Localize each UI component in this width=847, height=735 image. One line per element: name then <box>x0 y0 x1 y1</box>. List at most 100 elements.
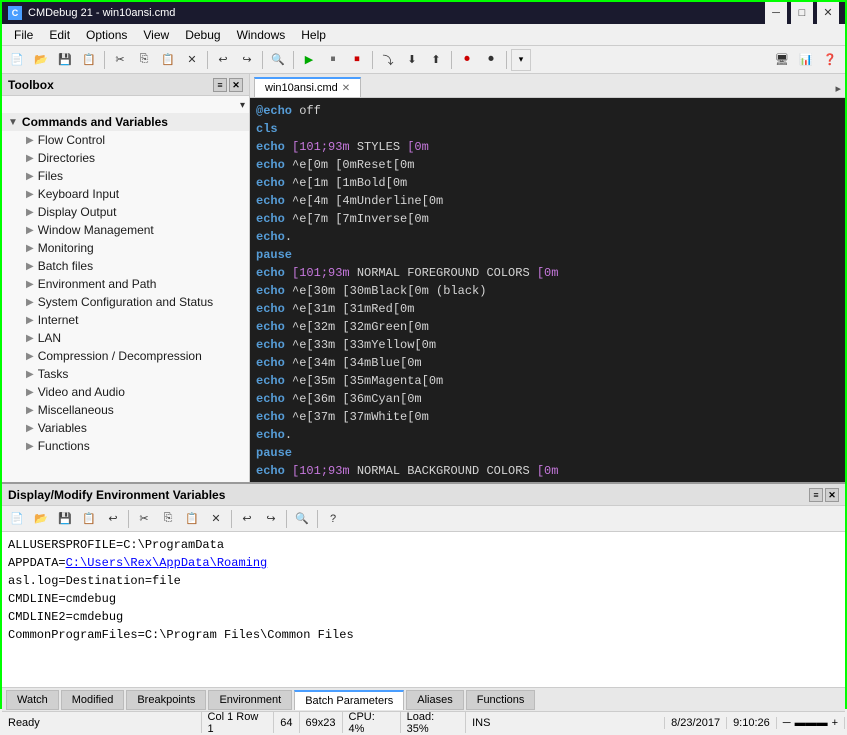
env-new-button[interactable]: 📄 <box>6 508 28 530</box>
zoom-slider[interactable]: ▬▬▬ <box>795 717 828 729</box>
zoom-minus-icon[interactable]: ─ <box>783 717 791 729</box>
menu-debug[interactable]: Debug <box>177 24 228 45</box>
status-ins: INS <box>465 717 665 729</box>
toolbox-item-video-audio[interactable]: ▶ Video and Audio <box>2 383 249 401</box>
menu-windows[interactable]: Windows <box>229 24 294 45</box>
env-find-button[interactable]: 🔍 <box>291 508 313 530</box>
env-line-3: asl.log=Destination=file <box>8 572 839 590</box>
env-open-button[interactable]: 📂 <box>30 508 52 530</box>
env-undo-button[interactable]: ↩ <box>236 508 258 530</box>
toolbox-item-system-config[interactable]: ▶ System Configuration and Status <box>2 293 249 311</box>
save-button[interactable]: 💾 <box>54 49 76 71</box>
record-button[interactable]: ⏺ <box>456 49 478 71</box>
env-redo-button[interactable]: ↪ <box>260 508 282 530</box>
toolbox-menu-button[interactable]: ≡ <box>213 78 227 92</box>
toolbox-collapse-btn[interactable]: ▾ <box>2 98 249 113</box>
status-cpu: CPU: 4% <box>343 712 401 733</box>
code-line-15: echo ^e[34m [34mBlue[0m <box>256 354 839 372</box>
find-button[interactable]: 🔍 <box>267 49 289 71</box>
tab-environment[interactable]: Environment <box>208 690 292 710</box>
redo-button[interactable]: ↪ <box>236 49 258 71</box>
toolbox-section-commands[interactable]: ▼ Commands and Variables <box>2 113 249 131</box>
code-line-9: pause <box>256 246 839 264</box>
run-button[interactable]: ▶ <box>298 49 320 71</box>
env-save-all-button[interactable]: 📋 <box>78 508 100 530</box>
tab-aliases[interactable]: Aliases <box>406 690 463 710</box>
menu-edit[interactable]: Edit <box>41 24 78 45</box>
step-out-button[interactable]: ⬆ <box>425 49 447 71</box>
item-arrow-icon: ▶ <box>26 261 34 272</box>
code-line-6: echo ^e[4m [4mUnderline[0m <box>256 192 839 210</box>
cut-button[interactable]: ✂ <box>109 49 131 71</box>
toolbox-close-button[interactable]: ✕ <box>229 78 243 92</box>
env-panel-menu-button[interactable]: ≡ <box>809 488 823 502</box>
extra-btn-3[interactable]: ❓ <box>819 49 841 71</box>
toolbox-item-flow-control[interactable]: ▶ Flow Control <box>2 131 249 149</box>
close-button[interactable]: ✕ <box>817 2 839 24</box>
toolbox-item-variables[interactable]: ▶ Variables <box>2 419 249 437</box>
toolbox-item-window-management[interactable]: ▶ Window Management <box>2 221 249 239</box>
env-copy-button[interactable]: ⎘ <box>157 508 179 530</box>
tab-watch[interactable]: Watch <box>6 690 59 710</box>
menu-help[interactable]: Help <box>293 24 334 45</box>
menu-view[interactable]: View <box>135 24 177 45</box>
toolbox-item-batch-files[interactable]: ▶ Batch files <box>2 257 249 275</box>
toolbox-item-compression[interactable]: ▶ Compression / Decompression <box>2 347 249 365</box>
undo-button[interactable]: ↩ <box>212 49 234 71</box>
editor-tab-win10ansi[interactable]: win10ansi.cmd ✕ <box>254 77 361 97</box>
open-button[interactable]: 📂 <box>30 49 52 71</box>
step-into-button[interactable]: ⬇ <box>401 49 423 71</box>
toolbox-item-files[interactable]: ▶ Files <box>2 167 249 185</box>
copy-button[interactable]: ⎘ <box>133 49 155 71</box>
env-panel-close-button[interactable]: ✕ <box>825 488 839 502</box>
stop-record-button[interactable]: ⏺ <box>480 49 502 71</box>
toolbox-item-tasks[interactable]: ▶ Tasks <box>2 365 249 383</box>
item-arrow-icon: ▶ <box>26 243 34 254</box>
save-all-button[interactable]: 📋 <box>78 49 100 71</box>
extra-btn-2[interactable]: 📊 <box>795 49 817 71</box>
item-arrow-icon: ▶ <box>26 369 34 380</box>
env-back-button[interactable]: ↩ <box>102 508 124 530</box>
toolbox-item-display-output[interactable]: ▶ Display Output <box>2 203 249 221</box>
toolbox-item-miscellaneous[interactable]: ▶ Miscellaneous <box>2 401 249 419</box>
maximize-button[interactable]: □ <box>791 2 813 24</box>
toolbox-item-directories[interactable]: ▶ Directories <box>2 149 249 167</box>
toolbox-item-environment-path[interactable]: ▶ Environment and Path <box>2 275 249 293</box>
main-container: Toolbox ≡ ✕ ▾ ▼ Commands and Variables ▶… <box>2 74 845 711</box>
tab-close-icon[interactable]: ✕ <box>342 83 350 94</box>
pause-button[interactable]: ⏸ <box>322 49 344 71</box>
toolbar-dropdown[interactable]: ▾ <box>511 49 531 71</box>
toolbox-item-internet[interactable]: ▶ Internet <box>2 311 249 329</box>
tab-breakpoints[interactable]: Breakpoints <box>126 690 206 710</box>
minimize-button[interactable]: ─ <box>765 2 787 24</box>
toolbox-item-keyboard-input[interactable]: ▶ Keyboard Input <box>2 185 249 203</box>
toolbox-item-lan[interactable]: ▶ LAN <box>2 329 249 347</box>
extra-btn-1[interactable]: 🖥 <box>771 49 793 71</box>
menu-options[interactable]: Options <box>78 24 135 45</box>
zoom-plus-icon[interactable]: + <box>832 717 838 729</box>
code-line-14: echo ^e[33m [33mYellow[0m <box>256 336 839 354</box>
scroll-right-icon[interactable]: ▸ <box>835 82 841 95</box>
env-appdata-link[interactable]: C:\Users\Rex\AppData\Roaming <box>66 556 268 570</box>
new-button[interactable]: 📄 <box>6 49 28 71</box>
paste-button[interactable]: 📋 <box>157 49 179 71</box>
stop-button[interactable]: ⏹ <box>346 49 368 71</box>
step-over-button[interactable]: ⤵ <box>377 49 399 71</box>
tab-functions[interactable]: Functions <box>466 690 536 710</box>
delete-button[interactable]: ✕ <box>181 49 203 71</box>
code-line-16: echo ^e[35m [35mMagenta[0m <box>256 372 839 390</box>
toolbox-header: Toolbox ≡ ✕ <box>2 74 249 96</box>
toolbox-item-monitoring[interactable]: ▶ Monitoring <box>2 239 249 257</box>
env-paste-button[interactable]: 📋 <box>181 508 203 530</box>
env-cut-button[interactable]: ✂ <box>133 508 155 530</box>
window-title: CMDebug 21 - win10ansi.cmd <box>28 7 175 19</box>
env-help-button[interactable]: ? <box>322 508 344 530</box>
env-delete-button[interactable]: ✕ <box>205 508 227 530</box>
code-editor[interactable]: @echo off cls echo [101;93m STYLES [0m e… <box>250 98 845 482</box>
toolbox-item-functions[interactable]: ▶ Functions <box>2 437 249 455</box>
tab-batch-parameters[interactable]: Batch Parameters <box>294 690 404 710</box>
tab-modified[interactable]: Modified <box>61 690 125 710</box>
env-content[interactable]: ALLUSERSPROFILE=C:\ProgramData APPDATA=C… <box>2 532 845 687</box>
menu-file[interactable]: File <box>6 24 41 45</box>
env-save-button[interactable]: 💾 <box>54 508 76 530</box>
